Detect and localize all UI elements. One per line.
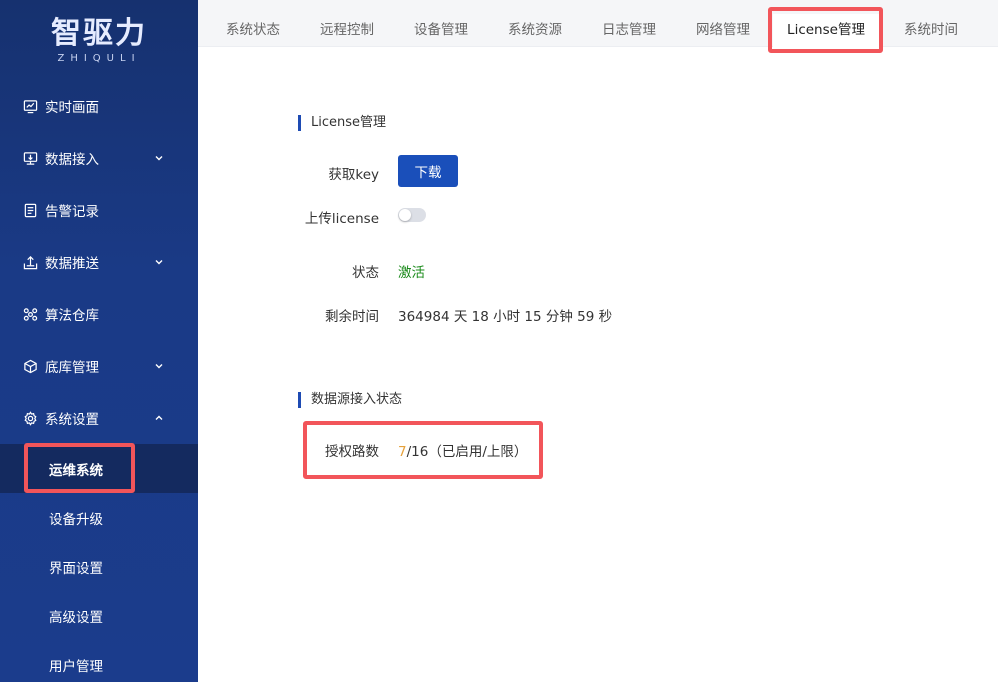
toggle-knob — [399, 209, 411, 221]
sidebar-item-label: 底库管理 — [45, 360, 99, 376]
chevron-down-icon — [154, 257, 164, 267]
submenu-item-label: 设备升级 — [49, 511, 103, 528]
sidebar-item-data-push[interactable]: 数据推送 — [0, 236, 198, 288]
submenu-item-label: 用户管理 — [49, 658, 103, 675]
submenu-item-device-upgrade[interactable]: 设备升级 — [0, 493, 198, 542]
remaining-time-label: 剩余时间 — [325, 309, 379, 325]
status-label: 状态 — [352, 265, 379, 281]
sidebar-item-label: 实时画面 — [45, 100, 99, 116]
submenu-item-label: 界面设置 — [49, 560, 103, 577]
monitor-chart-icon — [22, 98, 38, 114]
sidebar-item-system-settings[interactable]: 系统设置 — [0, 392, 198, 444]
upload-license-label: 上传license — [304, 211, 379, 227]
tab-network-management[interactable]: 网络管理 — [682, 14, 764, 47]
sidebar: 智驱力 ZHIQULI 实时画面 数据接入 告警记录 数据推送 算法仓库 底库管… — [0, 0, 198, 682]
upload-tray-icon — [22, 254, 38, 270]
chevron-down-icon — [154, 153, 164, 163]
limit-text: /16（已启用/上限） — [406, 444, 528, 460]
tab-system-resources[interactable]: 系统资源 — [494, 14, 576, 47]
brand-sub: ZHIQULI — [57, 52, 141, 64]
document-list-icon — [22, 202, 38, 218]
datasource-section-title: 数据源接入状态 — [298, 392, 402, 408]
tab-log-management[interactable]: 日志管理 — [588, 14, 670, 47]
tab-remote-control[interactable]: 远程控制 — [306, 14, 388, 47]
submenu-item-interface-settings[interactable]: 界面设置 — [0, 542, 198, 591]
sidebar-item-gallery-manage[interactable]: 底库管理 — [0, 340, 198, 392]
submenu-item-user-management[interactable]: 用户管理 — [0, 640, 198, 682]
chevron-up-icon — [154, 413, 164, 423]
submenu-item-label: 高级设置 — [49, 609, 103, 626]
brand-name: 智驱力 — [51, 15, 147, 51]
sidebar-item-label: 算法仓库 — [45, 308, 99, 324]
remaining-time-value: 364984 天 18 小时 15 分钟 59 秒 — [398, 309, 613, 325]
sidebar-item-label: 数据推送 — [45, 256, 99, 272]
tab-system-time[interactable]: 系统时间 — [890, 14, 972, 47]
used-count: 7 — [398, 444, 407, 460]
submenu-item-ops-system[interactable]: 运维系统 — [0, 444, 198, 493]
submenu-item-advanced-settings[interactable]: 高级设置 — [0, 591, 198, 640]
cube-icon — [22, 358, 38, 374]
brand-logo: 智驱力 ZHIQULI — [0, 0, 198, 80]
tab-device-management[interactable]: 设备管理 — [400, 14, 482, 47]
tab-license-management[interactable]: License管理 — [773, 14, 879, 47]
gear-icon — [22, 410, 38, 426]
sidebar-item-algorithm-store[interactable]: 算法仓库 — [0, 288, 198, 340]
tab-bar: 系统状态 远程控制 设备管理 系统资源 日志管理 网络管理 License管理 … — [198, 0, 998, 47]
upload-license-toggle[interactable] — [398, 208, 426, 222]
sidebar-item-label: 告警记录 — [45, 204, 99, 220]
data-input-icon — [22, 150, 38, 166]
sidebar-item-label: 系统设置 — [45, 412, 99, 428]
status-value: 激活 — [398, 265, 425, 281]
algorithm-icon — [22, 306, 38, 322]
download-button[interactable]: 下载 — [398, 155, 458, 187]
auth-channels-label: 授权路数 — [325, 444, 379, 460]
sidebar-item-label: 数据接入 — [45, 152, 99, 168]
auth-channels-value: 7/16（已启用/上限） — [398, 440, 527, 460]
submenu-item-label: 运维系统 — [49, 462, 103, 479]
chevron-down-icon — [154, 361, 164, 371]
sidebar-item-live-view[interactable]: 实时画面 — [0, 80, 198, 132]
sidebar-item-data-input[interactable]: 数据接入 — [0, 132, 198, 184]
sidebar-item-alarm-records[interactable]: 告警记录 — [0, 184, 198, 236]
get-key-label: 获取key — [328, 167, 379, 183]
tab-system-status[interactable]: 系统状态 — [212, 14, 294, 47]
license-section-title: License管理 — [298, 115, 386, 131]
